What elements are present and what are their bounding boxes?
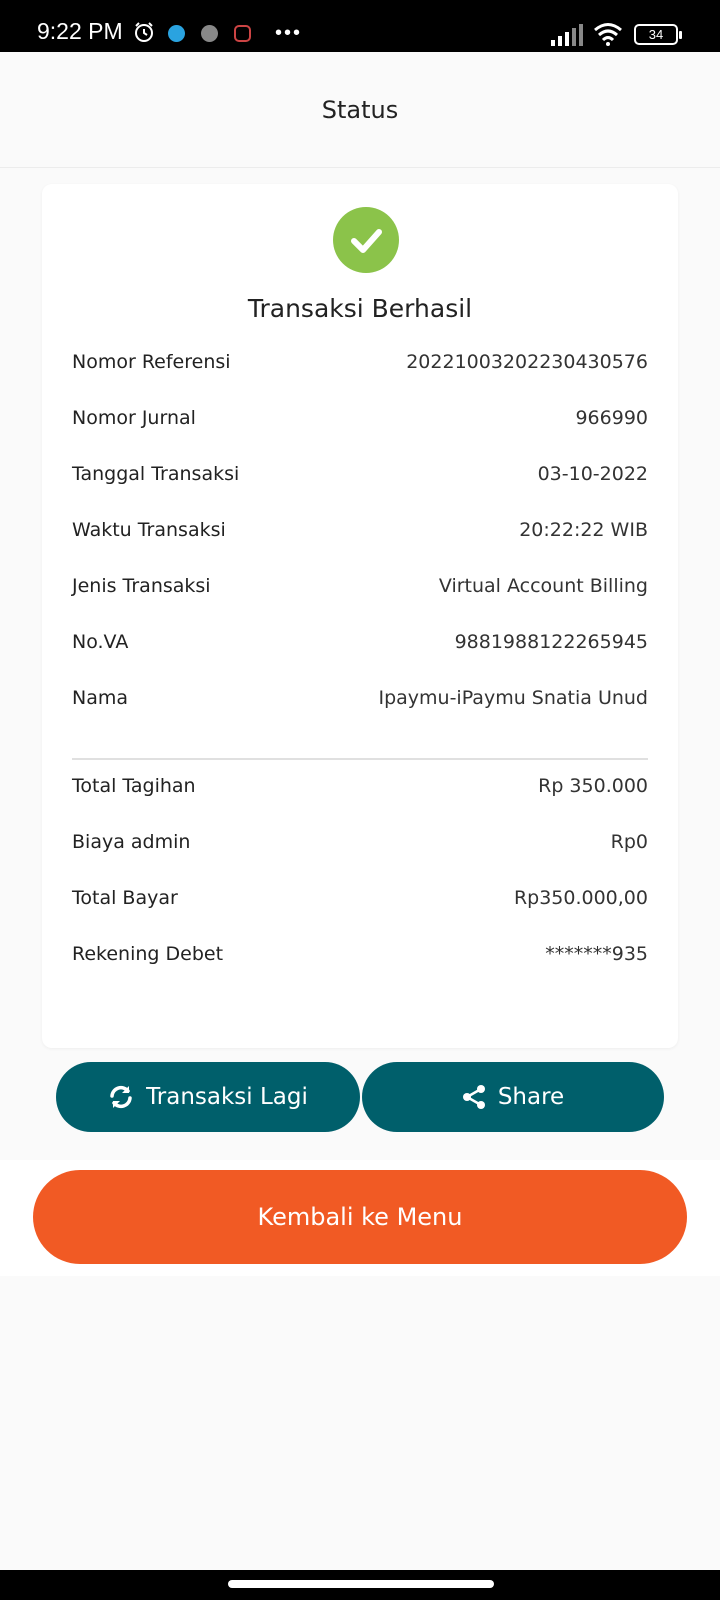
total-row-debit-account: Rekening Debet *******935 [72, 939, 648, 969]
signal-icon [551, 24, 583, 46]
share-icon [462, 1085, 485, 1109]
detail-row-date: Tanggal Transaksi 03-10-2022 [72, 459, 648, 489]
battery-level: 34 [648, 27, 664, 42]
detail-row-time: Waktu Transaksi 20:22:22 WIB [72, 515, 648, 545]
detail-value: Virtual Account Billing [438, 575, 648, 597]
refresh-icon [110, 1085, 132, 1109]
detail-row-name: Nama Ipaymu-iPaymu Snatia Unud [72, 683, 648, 713]
detail-value: 966990 [575, 407, 648, 429]
detail-label: No.VA [72, 631, 129, 653]
success-check-icon [333, 207, 399, 273]
transaksi-lagi-button[interactable]: Transaksi Lagi [56, 1062, 360, 1132]
detail-label: Tanggal Transaksi [72, 463, 240, 485]
detail-row-type: Jenis Transaksi Virtual Account Billing [72, 571, 648, 601]
telegram-icon [168, 25, 185, 42]
detail-label: Nomor Jurnal [72, 407, 196, 429]
detail-label: Nomor Referensi [72, 351, 231, 373]
wifi-icon [594, 23, 622, 46]
total-value: Rp 350.000 [538, 775, 648, 797]
total-label: Biaya admin [72, 831, 191, 853]
share-label: Share [497, 1084, 565, 1110]
total-row-admin-fee: Biaya admin Rp0 [72, 827, 648, 857]
alarm-icon [135, 22, 153, 42]
share-button[interactable]: Share [362, 1062, 664, 1132]
total-value: Rp0 [610, 831, 648, 853]
more-notifications-icon: ••• [275, 22, 303, 44]
total-label: Total Tagihan [72, 775, 196, 797]
total-label: Rekening Debet [72, 943, 224, 965]
total-value: *******935 [545, 943, 648, 965]
instagram-icon [234, 25, 251, 42]
detail-value: 20221003202230430576 [406, 351, 648, 373]
detail-row-journal: Nomor Jurnal 966990 [72, 403, 648, 433]
detail-row-reference: Nomor Referensi 20221003202230430576 [72, 347, 648, 377]
page-title: Status [321, 95, 399, 124]
total-row-bill: Total Tagihan Rp 350.000 [72, 771, 648, 801]
home-gesture-handle[interactable] [228, 1580, 494, 1588]
system-nav-bar [0, 1570, 720, 1600]
detail-label: Waktu Transaksi [72, 519, 226, 541]
detail-label: Jenis Transaksi [72, 575, 211, 597]
transaction-status-title: Transaksi Berhasil [247, 294, 473, 323]
detail-label: Nama [72, 687, 129, 709]
total-value: Rp350.000,00 [513, 887, 648, 909]
status-bar: 9:22 PM ••• 34 [0, 0, 720, 52]
detail-row-va-number: No.VA 9881988122265945 [72, 627, 648, 657]
transaksi-lagi-label: Transaksi Lagi [146, 1084, 308, 1110]
app-header: Status [0, 52, 720, 168]
divider [72, 758, 648, 760]
whatsapp-icon [201, 25, 218, 42]
detail-value: 03-10-2022 [537, 463, 648, 485]
kembali-ke-menu-label: Kembali ke Menu [257, 1203, 463, 1231]
checkmark-icon [351, 229, 382, 253]
battery-icon: 34 [634, 24, 682, 45]
receipt-card: Transaksi Berhasil Nomor Referensi 20221… [42, 184, 678, 1048]
total-row-paid: Total Bayar Rp350.000,00 [72, 883, 648, 913]
clock: 9:22 PM [37, 18, 123, 44]
detail-value: 9881988122265945 [454, 631, 648, 653]
kembali-ke-menu-button[interactable]: Kembali ke Menu [33, 1170, 687, 1264]
detail-value: 20:22:22 WIB [519, 519, 648, 541]
total-label: Total Bayar [72, 887, 178, 909]
detail-value: Ipaymu-iPaymu Snatia Unud [378, 687, 648, 709]
